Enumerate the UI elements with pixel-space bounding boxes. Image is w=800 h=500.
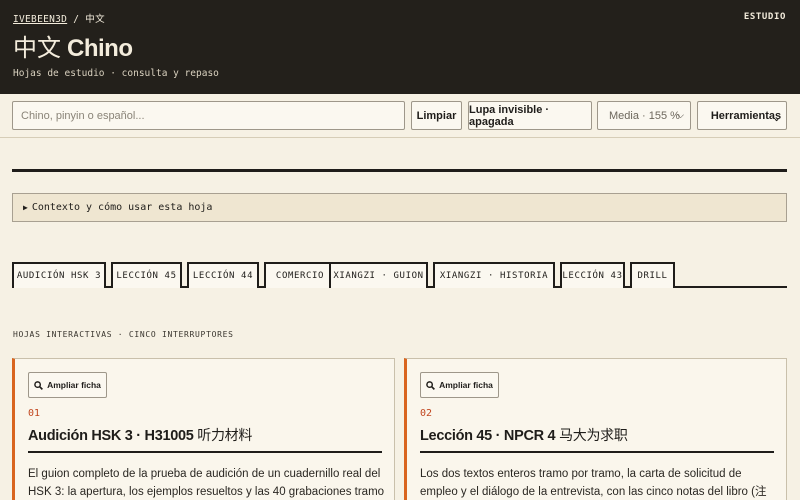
- sheet-tabs: AUDICIÓN HSK 3 LECCIÓN 45 LECCIÓN 44 COM…: [12, 262, 787, 288]
- clear-button[interactable]: Limpiar: [411, 101, 462, 130]
- lupa-toggle-button[interactable]: Lupa invisible · apagada: [468, 101, 592, 130]
- breadcrumb-home-link[interactable]: IVEBEEN3D: [13, 14, 67, 25]
- tab-xiangzi-guion[interactable]: XIANGZI · GUION: [329, 262, 428, 288]
- card-title[interactable]: Audición HSK 3 · H31005 听力材料: [28, 425, 252, 445]
- expand-card-button[interactable]: Ampliar ficha: [420, 372, 499, 398]
- tab-leccion-45[interactable]: LECCIÓN 45: [111, 262, 182, 288]
- page-subtitle: Hojas de estudio · consulta y repaso: [13, 68, 219, 79]
- card-number: 02: [420, 408, 433, 419]
- card-description: El guion completo de la prueba de audici…: [28, 468, 385, 498]
- chevron-down-icon: ⌵: [677, 110, 684, 120]
- nav-estudio-link[interactable]: ESTUDIO: [744, 12, 786, 22]
- sheet-card: Ampliar ficha 02 Lección 45 · NPCR 4 马大为…: [404, 358, 787, 500]
- tab-leccion-44[interactable]: LECCIÓN 44: [187, 262, 259, 288]
- search-icon: [426, 380, 436, 390]
- tools-menu-label: Herramientas: [710, 109, 782, 122]
- expand-card-label: Ampliar ficha: [439, 380, 493, 390]
- tab-leccion-43[interactable]: LECCIÓN 43: [560, 262, 625, 288]
- toolbar: Limpiar Lupa invisible · apagada Media ·…: [0, 94, 800, 138]
- breadcrumb-separator: /: [73, 14, 80, 25]
- search-icon: [34, 380, 44, 390]
- chevron-down-icon: ⌄: [773, 114, 780, 123]
- section-label: HOJAS INTERACTIVAS · CINCO INTERRUPTORES: [13, 330, 234, 339]
- card-divider: [28, 451, 382, 453]
- context-details-toggle[interactable]: ▶ Contexto y cómo usar esta hoja: [12, 193, 787, 222]
- tab-xiangzi-historia[interactable]: XIANGZI · HISTORIA: [433, 262, 555, 288]
- expand-card-label: Ampliar ficha: [47, 380, 101, 390]
- page-title-latin: Chino: [67, 35, 133, 62]
- tab-drill[interactable]: DRILL: [630, 262, 675, 288]
- page-title: 中文 Chino: [13, 33, 133, 64]
- section-divider: [12, 169, 787, 172]
- card-title-chinese: 马大为求职: [559, 428, 628, 444]
- disclosure-triangle-icon: ▶: [23, 203, 28, 212]
- site-header: IVEBEEN3D / 中文 ESTUDIO 中文 Chino Hojas de …: [0, 0, 800, 94]
- page-title-hanzi: 中文: [13, 34, 61, 62]
- breadcrumb-current: 中文: [85, 14, 105, 25]
- tools-menu-button[interactable]: Herramientas ⌄: [697, 101, 787, 130]
- breadcrumb: IVEBEEN3D / 中文: [13, 11, 105, 25]
- sheet-card: Ampliar ficha 01 Audición HSK 3 · H31005…: [12, 358, 395, 500]
- card-title-chinese: 听力材料: [197, 428, 253, 444]
- card-divider: [420, 451, 774, 453]
- context-details-summary: Contexto y cómo usar esta hoja: [31, 202, 213, 213]
- card-title-text: Lección 45 · NPCR 4: [420, 428, 556, 444]
- search-input[interactable]: [12, 101, 405, 130]
- size-select-value: Media · 155 %: [609, 109, 680, 122]
- card-number: 01: [28, 408, 41, 419]
- card-title[interactable]: Lección 45 · NPCR 4 马大为求职: [420, 425, 628, 445]
- size-select[interactable]: Media · 155 % ⌵: [597, 101, 691, 130]
- card-description: Los dos textos enteros tramo por tramo, …: [420, 468, 767, 498]
- expand-card-button[interactable]: Ampliar ficha: [28, 372, 107, 398]
- tab-comercio[interactable]: COMERCIO: [264, 262, 336, 288]
- tab-audicion-hsk3[interactable]: AUDICIÓN HSK 3: [12, 262, 106, 288]
- card-title-text: Audición HSK 3 · H31005: [28, 428, 194, 444]
